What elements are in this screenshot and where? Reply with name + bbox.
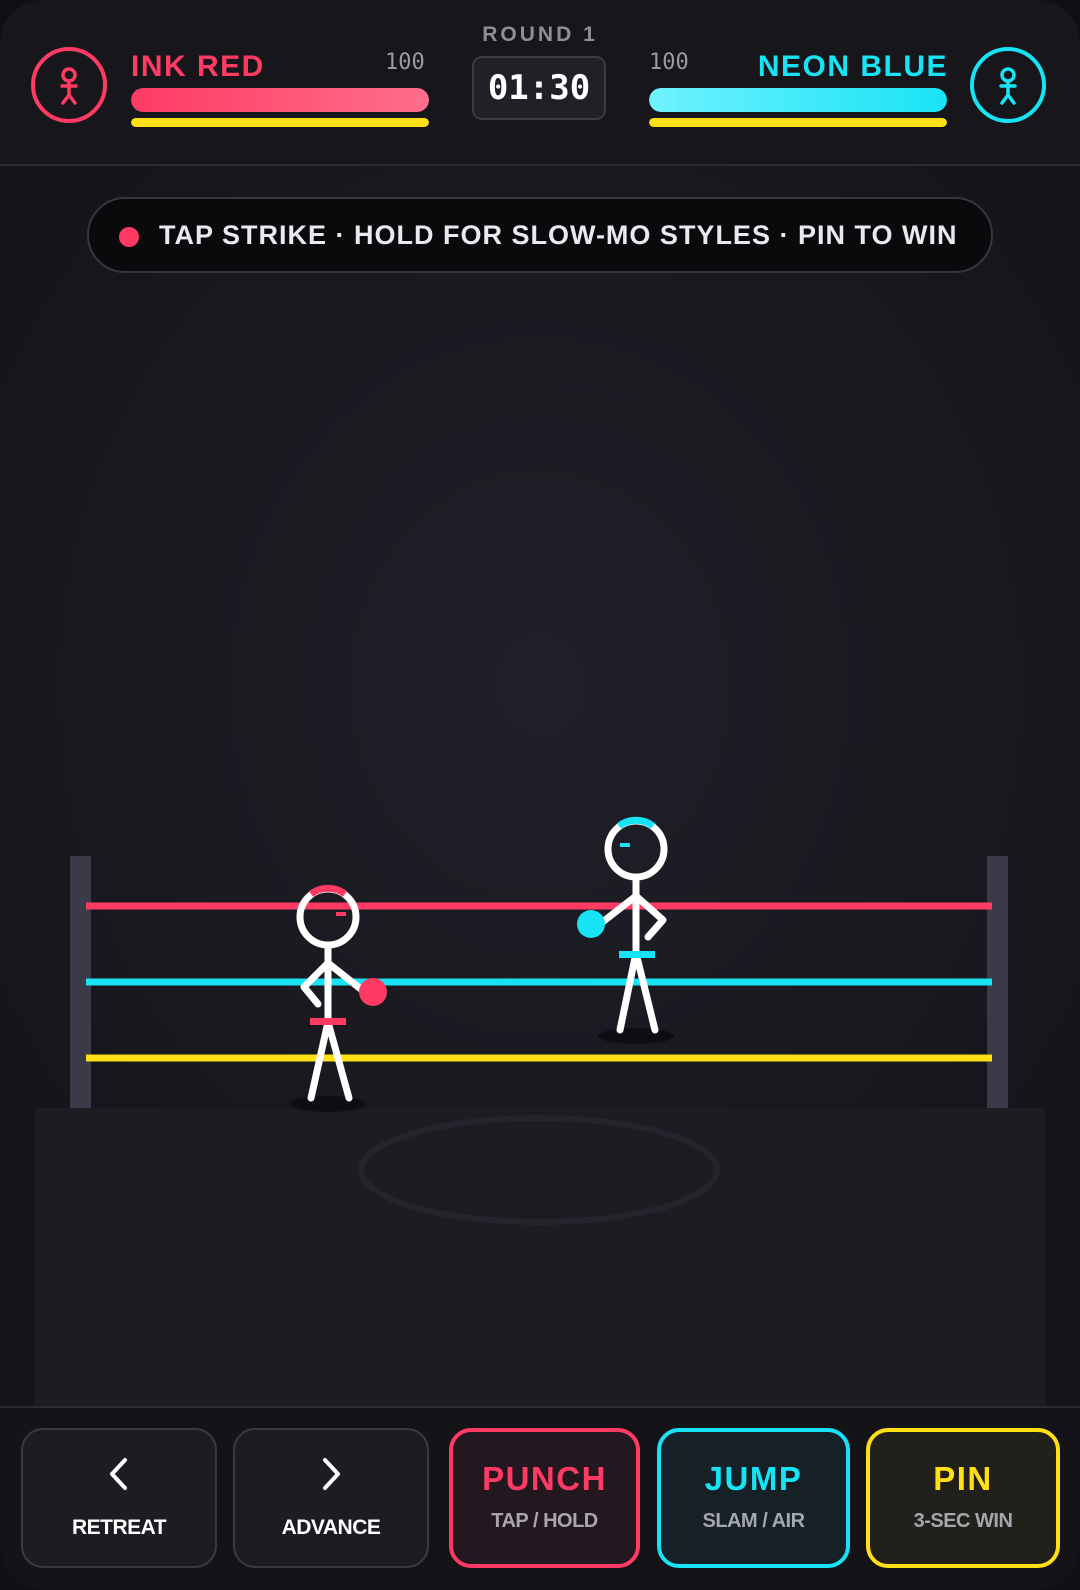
player1-glove bbox=[359, 978, 387, 1006]
punch-label: PUNCH bbox=[482, 1460, 607, 1497]
player2-fighter bbox=[577, 816, 674, 1044]
pin-button[interactable]: PIN 3-SEC WIN bbox=[866, 1428, 1060, 1568]
jump-label: JUMP bbox=[704, 1460, 803, 1497]
chevron-left-icon bbox=[110, 1458, 127, 1490]
jump-button[interactable]: JUMP SLAM / AIR bbox=[657, 1428, 850, 1568]
control-bar: RETREAT ADVANCE PUNCH TAP / HOLD JUMP SL… bbox=[0, 1406, 1080, 1590]
pin-label: PIN bbox=[933, 1460, 993, 1497]
player2-belt bbox=[619, 951, 655, 958]
retreat-button[interactable]: RETREAT bbox=[21, 1428, 217, 1568]
ring-mat bbox=[35, 1108, 1045, 1406]
pin-sublabel: 3-SEC WIN bbox=[913, 1510, 1013, 1532]
player1-fighter bbox=[290, 884, 387, 1112]
punch-button[interactable]: PUNCH TAP / HOLD bbox=[449, 1428, 640, 1568]
punch-sublabel: TAP / HOLD bbox=[491, 1510, 598, 1532]
player1-belt bbox=[310, 1018, 346, 1025]
advance-button[interactable]: ADVANCE bbox=[233, 1428, 429, 1568]
boxing-ring bbox=[35, 816, 1045, 1406]
chevron-right-icon bbox=[323, 1458, 340, 1490]
retreat-label: RETREAT bbox=[71, 1516, 167, 1539]
jump-sublabel: SLAM / AIR bbox=[702, 1510, 805, 1532]
player2-glove bbox=[577, 910, 605, 938]
game-screen: INK RED 100 ROUND 1 01:30 100 NEON BLUE bbox=[0, 0, 1080, 1590]
advance-label: ADVANCE bbox=[281, 1516, 381, 1539]
